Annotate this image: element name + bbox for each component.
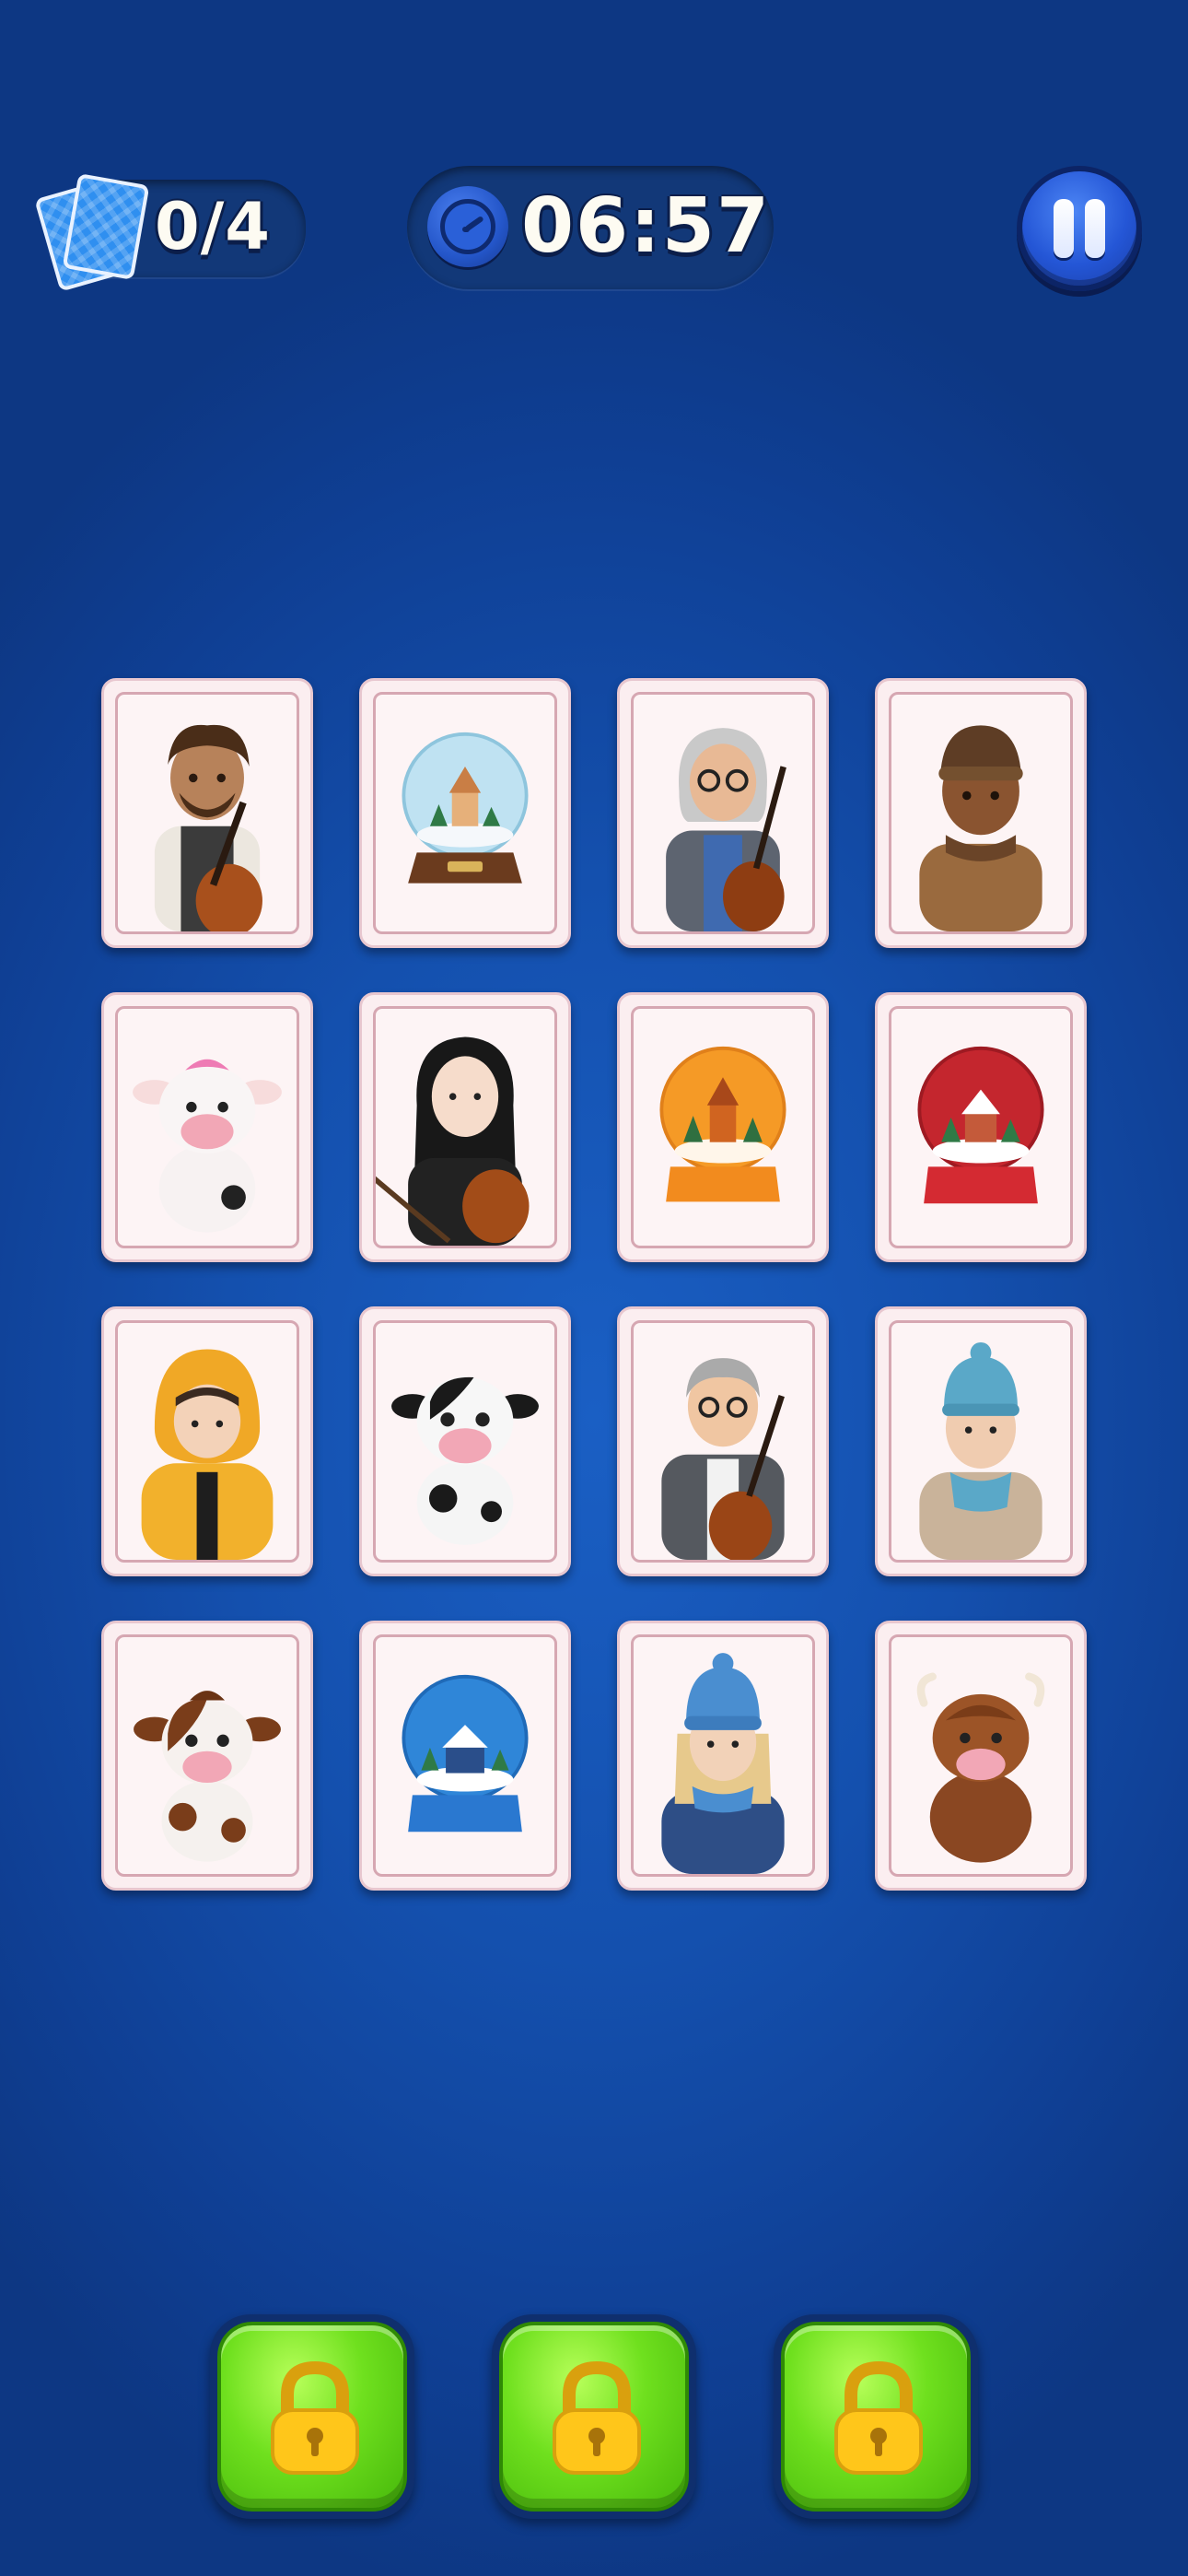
card-old-man-blue-beanie[interactable] (875, 1306, 1087, 1576)
pink-tuft-cow-icon (133, 1059, 282, 1233)
man-in-beanie-icon (919, 725, 1042, 931)
padlock-icon (553, 2360, 641, 2475)
orange-snow-globe-icon (659, 1046, 786, 1202)
black-white-cow-icon (391, 1376, 539, 1545)
card-blonde-woman-beanie[interactable] (617, 1621, 829, 1891)
card-blue-snow-globe[interactable] (359, 1621, 571, 1891)
blue-snow-globe-icon (402, 1674, 529, 1832)
lock-button[interactable] (781, 2322, 971, 2512)
locked-slot-3[interactable] (774, 2314, 978, 2519)
brown-white-cow-icon (134, 1691, 281, 1862)
card-highland-cow[interactable] (875, 1621, 1087, 1891)
card-woman-with-violin[interactable] (359, 992, 571, 1262)
child-yellow-parka-icon (141, 1349, 274, 1560)
card-grey-man-with-cello[interactable] (617, 1306, 829, 1576)
pause-button[interactable] (1017, 166, 1142, 291)
padlock-icon (834, 2360, 923, 2475)
old-man-blue-beanie-icon (919, 1341, 1042, 1560)
lock-button[interactable] (499, 2322, 689, 2512)
grey-woman-with-cello-icon (666, 728, 786, 931)
clock-icon (427, 186, 508, 267)
card-man-in-beanie[interactable] (875, 678, 1087, 948)
card-pink-tuft-cow[interactable] (101, 992, 313, 1262)
card-snow-globe-chapel[interactable] (359, 678, 571, 948)
card-brown-white-cow[interactable] (101, 1621, 313, 1891)
man-with-cello-icon (154, 724, 262, 931)
card-child-yellow-parka[interactable] (101, 1306, 313, 1576)
snow-globe-chapel-icon (402, 732, 529, 884)
card-orange-snow-globe[interactable] (617, 992, 829, 1262)
countdown-timer: 06:57 (521, 182, 772, 270)
lock-button[interactable] (217, 2322, 407, 2512)
matched-count: 0/4 (155, 189, 271, 264)
locked-slot-2[interactable] (492, 2314, 696, 2519)
locked-slot-1[interactable] (210, 2314, 414, 2519)
grey-man-with-cello-icon (661, 1358, 785, 1560)
card-grey-woman-with-cello[interactable] (617, 678, 829, 948)
woman-with-violin-icon (376, 1036, 530, 1246)
red-snow-globe-icon (917, 1046, 1044, 1204)
padlock-icon (271, 2360, 359, 2475)
card-black-white-cow[interactable] (359, 1306, 571, 1576)
card-grid (101, 678, 1087, 1891)
card-man-with-cello[interactable] (101, 678, 313, 948)
blonde-woman-beanie-icon (661, 1653, 785, 1874)
highland-cow-icon (916, 1672, 1045, 1863)
card-deck-icon (34, 173, 150, 292)
card-red-snow-globe[interactable] (875, 992, 1087, 1262)
